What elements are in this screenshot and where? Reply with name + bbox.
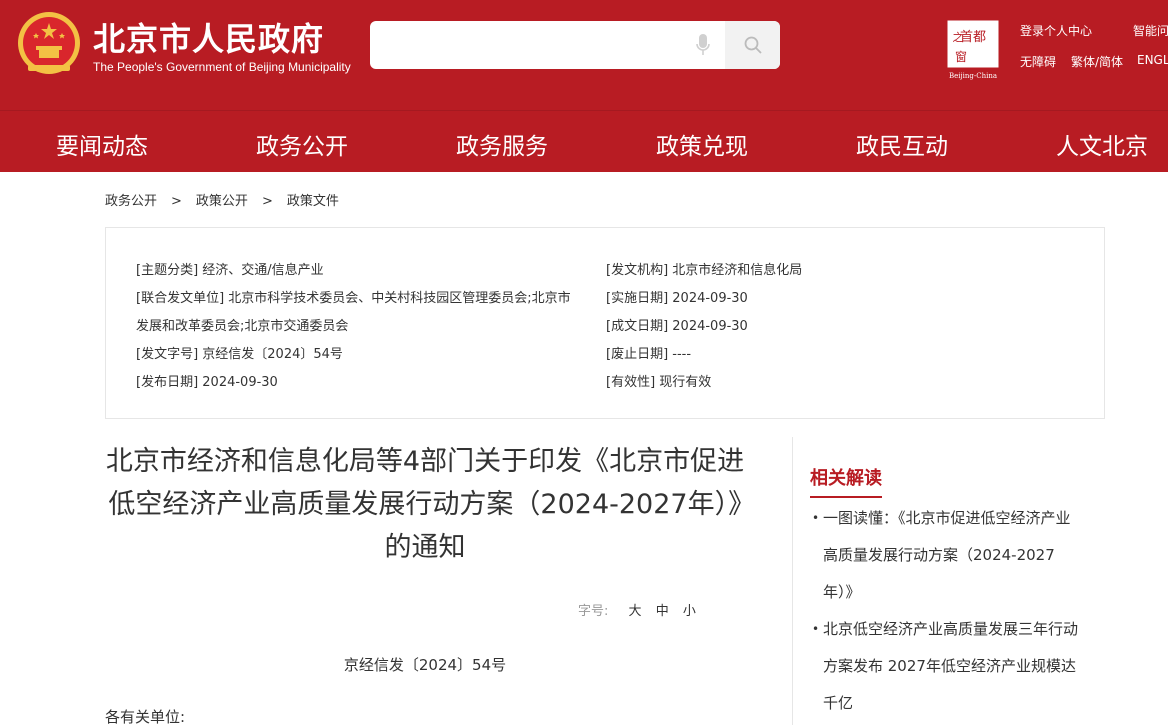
login-link[interactable]: 登录个人中心 <box>1020 22 1092 39</box>
related-item-line[interactable]: 方案发布 2027年低空经济产业规模达 <box>823 648 1112 685</box>
column-divider <box>792 437 793 725</box>
login-label[interactable]: 登录 <box>1020 24 1044 38</box>
meta-validity: [有效性] 现行有效 <box>606 375 712 390</box>
document-metadata: [主题分类] 经济、交通/信息产业 [联合发文单位] 北京市科学技术委员会、中关… <box>105 227 1105 419</box>
nav-item-culture[interactable]: 人文北京 <box>1056 127 1148 161</box>
search-bar <box>370 21 780 69</box>
font-size-control: 字号: 大 中 小 <box>578 600 696 619</box>
related-item[interactable]: 北京低空经济产业高质量发展三年行动 方案发布 2027年低空经济产业规模达 千亿 <box>812 611 1112 722</box>
national-emblem-icon[interactable] <box>14 9 84 79</box>
capital-logo-left: 之 <box>953 30 964 44</box>
search-input[interactable] <box>380 29 684 63</box>
nav-item-policy[interactable]: 政策兑现 <box>656 127 748 161</box>
capital-logo-bottom: 窗 <box>955 50 967 64</box>
meta-effective-date: [实施日期] 2024-09-30 <box>606 291 748 306</box>
related-reading-title: 相关解读 <box>810 464 882 498</box>
breadcrumb: 政务公开 > 政策公开 > 政策文件 <box>105 190 339 209</box>
article-title: 北京市经济和信息化局等4部门关于印发《北京市促进低空经济产业高质量发展行动方案（… <box>105 446 745 563</box>
accessibility-link[interactable]: 无障碍 <box>1020 53 1056 70</box>
microphone-icon[interactable] <box>696 33 710 57</box>
meta-repeal-date: [废止日期] ---- <box>606 347 692 362</box>
meta-issuer: [发文机构] 北京市经济和信息化局 <box>606 263 803 278</box>
meta-written-date: [成文日期] 2024-09-30 <box>606 319 748 334</box>
font-size-large[interactable]: 大 <box>629 604 642 619</box>
breadcrumb-separator: > <box>261 194 273 209</box>
assistant-link[interactable]: 智能问 <box>1133 22 1168 39</box>
capital-logo-caption: Beijing-China <box>949 72 997 80</box>
breadcrumb-item[interactable]: 政策公开 <box>196 194 248 209</box>
english-link[interactable]: ENGL <box>1137 53 1168 67</box>
related-item-line[interactable]: 千亿 <box>823 685 1112 722</box>
capital-logo-top: 首都 <box>960 30 986 45</box>
breadcrumb-item[interactable]: 政务公开 <box>105 194 157 209</box>
meta-publish-date: [发布日期] 2024-09-30 <box>136 375 278 390</box>
article-salutation: 各有关单位: <box>105 708 186 726</box>
breadcrumb-item[interactable]: 政策文件 <box>287 194 339 209</box>
site-header: 北京市人民政府 The People's Government of Beiji… <box>0 0 1168 110</box>
related-item[interactable]: 一图读懂：《北京市促进低空经济产业 高质量发展行动方案（2024-2027 年）… <box>812 500 1112 611</box>
meta-topic: [主题分类] 经济、交通/信息产业 <box>136 263 324 278</box>
search-button[interactable] <box>725 21 780 69</box>
font-size-medium[interactable]: 中 <box>656 604 669 619</box>
site-title[interactable]: 北京市人民政府 <box>93 14 324 60</box>
nav-item-services[interactable]: 政务服务 <box>456 127 548 161</box>
nav-item-news[interactable]: 要闻动态 <box>56 127 148 161</box>
related-item-line[interactable]: 一图读懂：《北京市促进低空经济产业 <box>823 500 1112 537</box>
capital-window-logo[interactable]: 首都 之 窗 Beijing-China <box>947 20 999 80</box>
meta-doc-number: [发文字号] 京经信发〔2024〕54号 <box>136 347 343 362</box>
related-item-line[interactable]: 年）》 <box>823 574 1112 611</box>
font-size-small[interactable]: 小 <box>683 604 696 619</box>
search-icon <box>744 36 762 54</box>
main-nav: 要闻动态 政务公开 政务服务 政策兑现 政民互动 人文北京 <box>0 110 1168 172</box>
font-size-label: 字号: <box>578 604 609 619</box>
related-reading-list: 一图读懂：《北京市促进低空经济产业 高质量发展行动方案（2024-2027 年）… <box>812 500 1112 722</box>
breadcrumb-separator: > <box>171 194 182 209</box>
nav-item-interaction[interactable]: 政民互动 <box>856 127 948 161</box>
traditional-simplified-link[interactable]: 繁体/简体 <box>1071 53 1123 70</box>
nav-item-gov-affairs[interactable]: 政务公开 <box>256 127 348 161</box>
site-subtitle: The People's Government of Beijing Munic… <box>93 60 351 74</box>
meta-co-issuers-cont: 发展和改革委员会;北京市交通委员会 <box>136 319 349 334</box>
related-item-line[interactable]: 高质量发展行动方案（2024-2027 <box>823 537 1112 574</box>
related-item-line[interactable]: 北京低空经济产业高质量发展三年行动 <box>823 611 1112 648</box>
article-doc-number: 京经信发〔2024〕54号 <box>343 656 507 674</box>
personal-center-label[interactable]: 个人中心 <box>1044 24 1092 38</box>
meta-co-issuers: [联合发文单位] 北京市科学技术委员会、中关村科技园区管理委员会;北京市 <box>136 291 571 306</box>
